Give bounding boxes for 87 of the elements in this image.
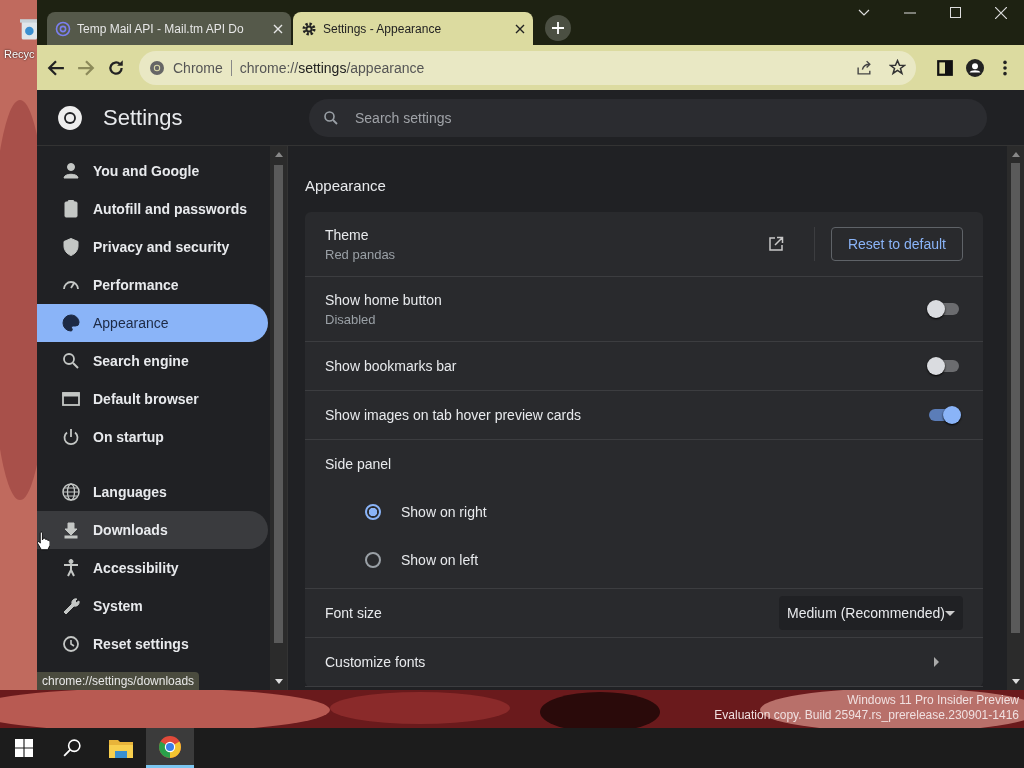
gear-icon (301, 20, 317, 37)
profile-icon[interactable] (966, 58, 984, 77)
clipboard-icon (61, 199, 81, 219)
watermark-text: Evaluation copy. Build 25947.rs_prerelease.230901-1416 (714, 708, 1019, 723)
power-icon (61, 427, 81, 447)
back-arrow-icon[interactable] (47, 58, 65, 77)
scroll-down-icon[interactable] (1011, 679, 1020, 684)
share-icon[interactable] (856, 59, 873, 76)
radio-label[interactable]: Show on right (401, 504, 487, 520)
browser-tab[interactable]: Temp Mail API - Mail.tm API Do (47, 12, 291, 45)
status-tooltip: chrome://settings/downloads (37, 672, 200, 690)
toggle-switch[interactable] (929, 303, 959, 315)
section-title: Appearance (305, 175, 387, 196)
sidebar-item[interactable]: System (37, 587, 268, 625)
settings-title: Settings (103, 104, 183, 131)
scroll-up-icon[interactable] (1011, 152, 1020, 157)
folder-icon[interactable] (109, 738, 133, 758)
hand-cursor-icon (37, 531, 50, 551)
taskbar-button[interactable] (146, 728, 194, 768)
close-icon[interactable] (515, 23, 525, 34)
chevron-right-icon[interactable] (934, 657, 939, 667)
windows-start-icon[interactable] (15, 739, 33, 757)
scroll-up-icon[interactable] (274, 152, 283, 157)
sidebar-item[interactable]: Reset settings (37, 625, 268, 663)
shield-icon (61, 237, 81, 257)
accessibility-icon (61, 558, 81, 578)
sidebar-item[interactable]: Downloads (37, 511, 268, 549)
url-text: chrome://settings/appearance (239, 59, 425, 76)
chrome-logo-icon (57, 104, 83, 131)
external-link-icon[interactable] (767, 236, 784, 252)
sidebar-item[interactable]: You and Google (37, 152, 268, 190)
sidebar-item[interactable]: Languages (37, 473, 268, 511)
scrollbar[interactable] (270, 146, 287, 690)
plus-icon (552, 22, 564, 34)
search-icon (61, 351, 81, 371)
radio-button[interactable] (365, 552, 381, 568)
address-bar[interactable]: Chrome chrome://settings/appearance (139, 50, 916, 85)
reset-icon (61, 634, 81, 654)
radio-button[interactable] (365, 504, 381, 520)
reset-button[interactable]: Reset to default (830, 227, 963, 261)
watermark-text: Windows 11 Pro Insider Preview (847, 693, 1019, 708)
browser-tab[interactable]: Settings - Appearance (293, 12, 533, 45)
search-icon (323, 109, 339, 126)
scroll-down-icon[interactable] (274, 679, 283, 684)
sidebar-item[interactable]: On startup (37, 418, 268, 456)
setting-label[interactable]: Customize fonts (325, 654, 426, 670)
download-icon (61, 520, 81, 540)
scrollbar[interactable] (1007, 146, 1024, 690)
chrome-logo-icon (149, 59, 165, 76)
setting-label: Theme (325, 226, 370, 243)
browser-icon (61, 389, 81, 409)
setting-label: Show home button (325, 291, 443, 308)
side-panel-icon[interactable] (936, 58, 954, 77)
new-tab-button[interactable] (545, 15, 571, 41)
sidebar-item[interactable]: Autofill and passwords (37, 190, 268, 228)
chevron-down-icon[interactable] (858, 8, 870, 17)
search-field[interactable]: Search settings (309, 98, 987, 137)
at-sign-icon (55, 20, 71, 37)
search-icon[interactable] (63, 739, 81, 757)
sidebar-item[interactable]: Appearance (37, 304, 268, 342)
setting-label: Side panel (325, 455, 392, 474)
reload-icon[interactable] (107, 58, 125, 77)
sidebar-item[interactable]: Performance (37, 266, 268, 304)
setting-label: Font size (325, 605, 382, 621)
sidebar-item[interactable]: Search engine (37, 342, 268, 380)
chrome-logo-icon (158, 734, 182, 759)
setting-label: Show images on tab hover preview cards (325, 407, 583, 423)
toggle-switch[interactable] (929, 360, 959, 372)
toggle-switch[interactable] (929, 409, 959, 421)
star-icon[interactable] (889, 59, 906, 76)
palette-icon (61, 313, 81, 333)
font-size-dropdown[interactable]: Medium (Recommended) (779, 596, 963, 630)
setting-value: Disabled (325, 311, 377, 327)
maximize-icon[interactable] (950, 7, 961, 18)
globe-icon (61, 482, 81, 502)
recycle-bin-label[interactable]: Recyc (4, 48, 35, 60)
setting-label: Show bookmarks bar (325, 358, 458, 374)
radio-label[interactable]: Show on left (401, 552, 479, 568)
minimize-icon[interactable] (904, 11, 916, 14)
sidebar-item[interactable]: Accessibility (37, 549, 268, 587)
setting-value: Red pandas (325, 246, 397, 262)
person-icon (61, 161, 81, 181)
site-label: Chrome (173, 59, 223, 76)
sidebar-item[interactable]: Privacy and security (37, 228, 268, 266)
caret-icon (945, 610, 955, 616)
wrench-icon (61, 596, 81, 616)
sidebar-item[interactable]: Default browser (37, 380, 268, 418)
